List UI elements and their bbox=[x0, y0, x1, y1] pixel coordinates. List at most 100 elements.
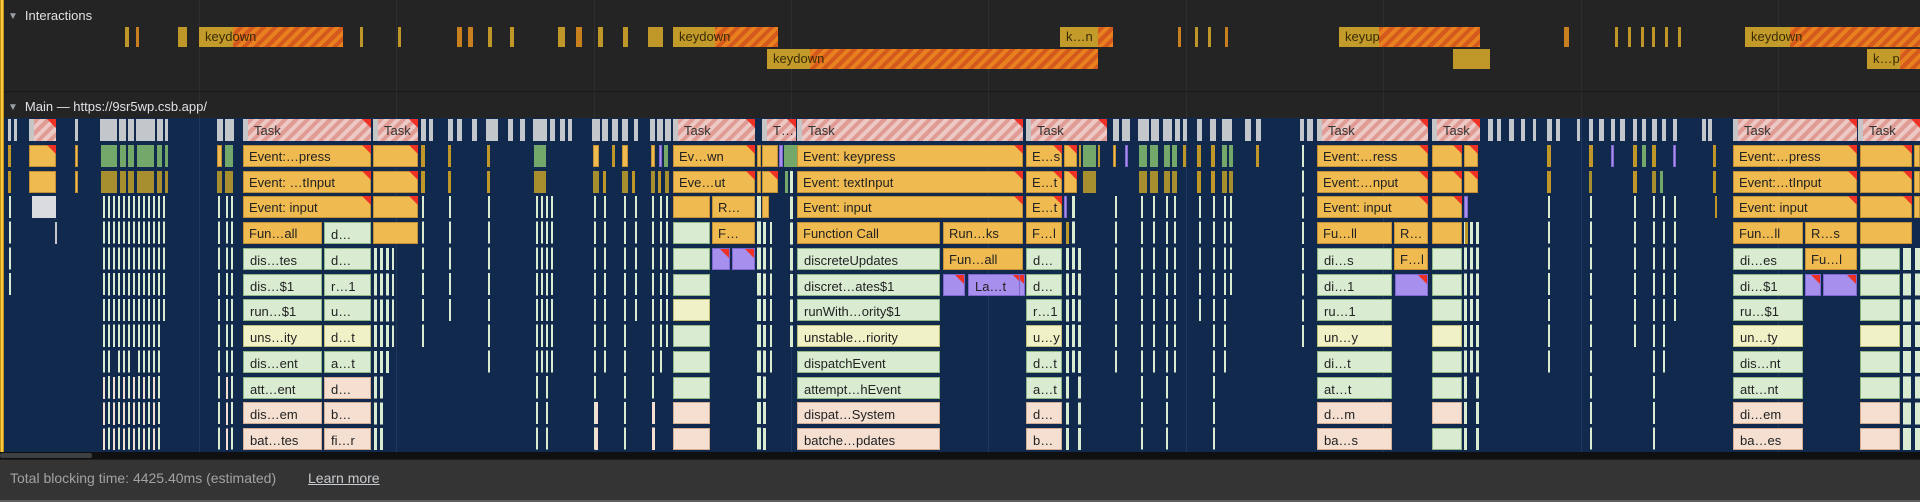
flame-bar[interactable] bbox=[29, 145, 56, 167]
interaction-bar-keydown[interactable]: keydown bbox=[673, 27, 778, 47]
flame-bar[interactable] bbox=[1183, 119, 1187, 141]
flame-bar-Runks[interactable]: Run…ks bbox=[943, 222, 1023, 244]
flame-bar-att[interactable]: at…t bbox=[1317, 377, 1392, 399]
flame-bar-Eventinput[interactable]: Event: input bbox=[797, 196, 1023, 218]
flame-bar-u[interactable]: u… bbox=[324, 299, 371, 321]
flame-bar[interactable] bbox=[1713, 171, 1716, 193]
flame-bar[interactable] bbox=[673, 377, 710, 399]
flame-thin-stack[interactable] bbox=[1548, 196, 1550, 373]
flame-bar[interactable] bbox=[14, 119, 17, 141]
flame-bar[interactable] bbox=[1210, 119, 1216, 141]
flame-bar[interactable] bbox=[1432, 377, 1462, 399]
flame-bar[interactable] bbox=[373, 171, 418, 193]
flame-bar[interactable] bbox=[665, 119, 671, 141]
flame-thin-stack[interactable] bbox=[103, 196, 105, 373]
flame-bar[interactable] bbox=[225, 171, 233, 193]
flame-bar-Es[interactable]: E…s bbox=[1026, 145, 1062, 167]
flame-thin-stack[interactable] bbox=[1174, 196, 1176, 373]
flame-bar[interactable] bbox=[1432, 299, 1462, 321]
flame-bar-Fl[interactable]: F…l bbox=[1394, 248, 1428, 270]
flame-bar[interactable] bbox=[128, 119, 134, 141]
flame-bar[interactable] bbox=[1256, 119, 1261, 141]
flame-bar[interactable] bbox=[1708, 119, 1712, 141]
flame-bar-Fl[interactable]: F…l bbox=[1026, 222, 1062, 244]
flame-thin-stack[interactable] bbox=[763, 222, 766, 450]
flame-bar[interactable] bbox=[1211, 171, 1215, 193]
flame-bar[interactable] bbox=[1139, 145, 1147, 167]
flame-bar[interactable] bbox=[1395, 274, 1428, 296]
flame-bar[interactable] bbox=[1652, 171, 1656, 193]
flame-thin-stack[interactable] bbox=[1476, 222, 1479, 450]
flame-bar[interactable] bbox=[560, 119, 565, 141]
flame-bar-d[interactable]: d… bbox=[1026, 402, 1062, 424]
flame-bar[interactable] bbox=[1432, 248, 1462, 270]
flame-bar[interactable] bbox=[1633, 145, 1637, 167]
flame-bar[interactable] bbox=[1642, 119, 1646, 141]
flame-bar[interactable] bbox=[1163, 119, 1172, 141]
flame-thin-stack[interactable] bbox=[123, 377, 125, 451]
flame-bar[interactable] bbox=[1860, 428, 1900, 450]
flame-thin-stack[interactable] bbox=[1674, 196, 1676, 321]
flame-bar[interactable] bbox=[1860, 299, 1900, 321]
flame-thin-stack[interactable] bbox=[488, 196, 490, 373]
flame-bar[interactable] bbox=[373, 145, 418, 167]
flame-bar[interactable] bbox=[373, 196, 418, 218]
flame-bar[interactable] bbox=[1860, 196, 1912, 218]
interaction-tick[interactable] bbox=[1225, 27, 1228, 47]
flame-bar[interactable] bbox=[1464, 196, 1468, 218]
flame-bar[interactable] bbox=[120, 171, 126, 193]
flame-bar[interactable] bbox=[712, 248, 730, 270]
flame-thin-stack[interactable] bbox=[1470, 222, 1473, 373]
flame-thin-stack[interactable] bbox=[153, 377, 155, 451]
flame-thin-stack[interactable] bbox=[666, 196, 668, 347]
flame-thin-stack[interactable] bbox=[1634, 196, 1636, 347]
flame-thin-stack[interactable] bbox=[231, 196, 233, 450]
flame-thin-stack[interactable] bbox=[380, 248, 383, 450]
flame-bar[interactable] bbox=[1860, 248, 1900, 270]
flame-bar-uny[interactable]: un…y bbox=[1317, 325, 1392, 347]
flame-bar[interactable] bbox=[550, 119, 555, 141]
flame-thin-stack[interactable] bbox=[551, 196, 553, 373]
flame-bar[interactable] bbox=[421, 171, 425, 193]
flame-bar[interactable] bbox=[1611, 145, 1614, 167]
interaction-bar-keydown[interactable]: keydown bbox=[199, 27, 343, 47]
flame-bar-discretates$1[interactable]: discret…ates$1 bbox=[797, 274, 940, 296]
flame-bar[interactable] bbox=[8, 119, 11, 141]
flame-bar[interactable] bbox=[1064, 145, 1077, 167]
flame-thin-stack[interactable] bbox=[9, 196, 11, 295]
flame-bar[interactable] bbox=[1164, 171, 1170, 193]
flame-bar[interactable] bbox=[602, 119, 608, 141]
flame-bar[interactable] bbox=[1079, 145, 1081, 167]
interaction-tick[interactable] bbox=[136, 27, 139, 47]
flame-bar[interactable] bbox=[128, 145, 134, 167]
flame-bar-Task[interactable]: Task bbox=[1858, 119, 1920, 141]
flame-bar-Task[interactable]: Task bbox=[1026, 119, 1107, 141]
flame-bar[interactable] bbox=[421, 145, 425, 167]
interaction-tick[interactable] bbox=[598, 27, 603, 47]
flame-bar-Task[interactable]: Task bbox=[243, 119, 371, 141]
flame-thin-stack[interactable] bbox=[1915, 248, 1920, 450]
flame-bar[interactable] bbox=[29, 171, 56, 193]
flame-bar-F[interactable]: F… bbox=[712, 222, 755, 244]
flame-bar-Lat[interactable]: La…t bbox=[968, 274, 1023, 296]
flame-bar[interactable] bbox=[1589, 119, 1593, 141]
flame-bar[interactable] bbox=[664, 145, 668, 167]
flame-bar[interactable] bbox=[1860, 145, 1912, 167]
interaction-bar-keydown[interactable]: keydown bbox=[767, 49, 1098, 69]
interaction-tick[interactable] bbox=[1208, 27, 1211, 47]
scrollbar-thumb[interactable] bbox=[0, 453, 92, 458]
flame-bar[interactable] bbox=[1164, 145, 1170, 167]
flame-bar[interactable] bbox=[1172, 171, 1177, 193]
interaction-tick[interactable] bbox=[1564, 27, 1569, 47]
interaction-tick[interactable] bbox=[457, 27, 462, 47]
flame-bar-di1[interactable]: di…1 bbox=[1317, 274, 1392, 296]
flame-bar-b[interactable]: b… bbox=[324, 402, 371, 424]
flame-bar-Et[interactable]: E…t bbox=[1026, 196, 1062, 218]
flame-bar[interactable] bbox=[448, 145, 451, 167]
flame-bar[interactable] bbox=[1652, 145, 1656, 167]
flame-bar[interactable] bbox=[757, 145, 761, 167]
flame-bar[interactable] bbox=[1138, 119, 1149, 141]
flame-bar-bas[interactable]: ba…s bbox=[1317, 428, 1392, 450]
flame-thin-stack[interactable] bbox=[1141, 196, 1143, 450]
flame-bar-EventtextInput[interactable]: Event: textInput bbox=[797, 171, 1023, 193]
